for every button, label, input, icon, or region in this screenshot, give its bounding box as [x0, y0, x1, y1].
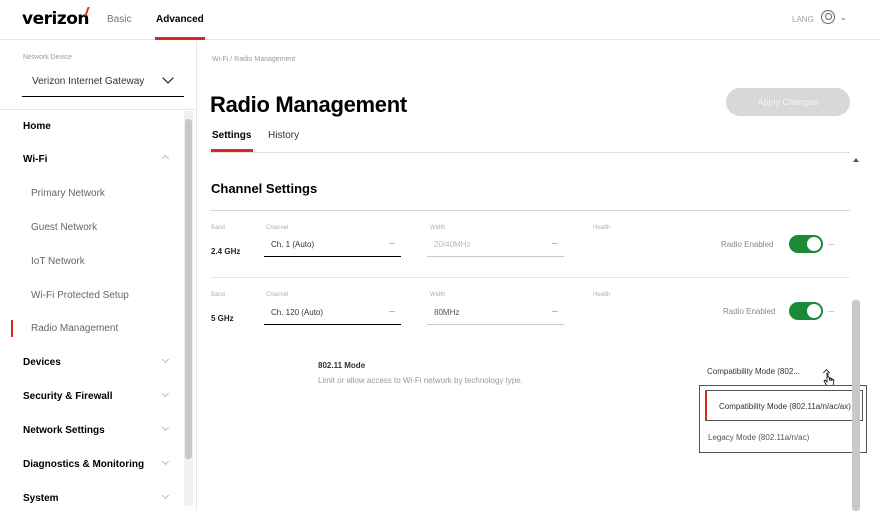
mode-title: 802.11 Mode: [318, 361, 366, 370]
mode-dropdown-list: Compatibility Mode (802.11a/n/ac/ax) Leg…: [699, 385, 867, 453]
band-value: 5 GHz: [211, 314, 234, 323]
chevron-down-icon[interactable]: [161, 389, 170, 398]
device-select-value: Verizon Internet Gateway: [32, 76, 145, 87]
chevron-down-icon[interactable]: [161, 423, 170, 432]
main-scrollbar-thumb[interactable]: [852, 300, 860, 511]
toggle-track-tail: [828, 311, 834, 312]
radio-toggle-5ghz[interactable]: [789, 302, 823, 320]
sidebar-item-security-firewall[interactable]: Security & Firewall: [23, 391, 112, 402]
sidebar-item-wifi[interactable]: Wi-Fi: [23, 154, 47, 165]
mode-option-label: Compatibility Mode (802.11a/n/ac/ax): [719, 402, 851, 411]
nav-active-underline: [155, 37, 205, 40]
mode-select-value: Compatibility Mode (802...: [707, 367, 800, 376]
dropdown-icon: [552, 311, 558, 312]
width-select[interactable]: 20/40MHz: [427, 235, 564, 257]
mode-option-compatibility[interactable]: Compatibility Mode (802.11a/n/ac/ax): [705, 390, 863, 421]
verizon-logo[interactable]: verizon: [22, 9, 90, 29]
sidebar-item-guest-network[interactable]: Guest Network: [31, 222, 97, 233]
chevron-down-icon: [162, 72, 174, 84]
breadcrumb[interactable]: Wi-Fi / Radio Management: [212, 56, 295, 63]
chevron-down-icon[interactable]: ⌄: [840, 13, 847, 22]
dropdown-icon: [389, 311, 395, 312]
language-selector[interactable]: LANG: [792, 15, 814, 24]
channel-label: Channel: [266, 292, 289, 298]
sidebar-item-home[interactable]: Home: [23, 121, 51, 132]
sidebar-item-devices[interactable]: Devices: [23, 357, 61, 368]
mode-description: Limit or allow access to Wi-Fi network b…: [318, 376, 523, 385]
mode-option-legacy[interactable]: Legacy Mode (802.11a/n/ac): [708, 433, 809, 442]
tabs-divider: [210, 152, 850, 153]
sidebar-divider: [0, 109, 197, 110]
account-icon[interactable]: [821, 10, 835, 24]
channel-select[interactable]: Ch. 120 (Auto): [264, 303, 401, 325]
sidebar-item-radio-management[interactable]: Radio Management: [31, 323, 118, 334]
channel-select-value: Ch. 1 (Auto): [271, 240, 315, 249]
width-label: Width: [430, 225, 446, 231]
section-title: Channel Settings: [211, 181, 318, 196]
dropdown-icon: [389, 243, 395, 244]
sidebar-scrollbar-thumb[interactable]: [185, 119, 192, 459]
sidebar-item-diagnostics[interactable]: Diagnostics & Monitoring: [23, 459, 144, 470]
health-label: Health: [593, 292, 611, 298]
radio-enabled-label: Radio Enabled: [721, 240, 774, 249]
radio-toggle-24ghz[interactable]: [789, 235, 823, 253]
sidebar: Network Device Verizon Internet Gateway …: [0, 41, 197, 511]
apply-changes-button[interactable]: Apply Changes: [726, 88, 850, 116]
chevron-up-icon[interactable]: [161, 154, 170, 163]
tab-history[interactable]: History: [268, 130, 299, 141]
sidebar-item-wps[interactable]: Wi-Fi Protected Setup: [31, 290, 129, 301]
tab-settings[interactable]: Settings: [212, 130, 251, 141]
channel-select-value: Ch. 120 (Auto): [271, 308, 324, 317]
device-select[interactable]: Verizon Internet Gateway: [22, 67, 184, 97]
scroll-up-icon[interactable]: [853, 158, 859, 162]
dropdown-icon: [552, 243, 558, 244]
sidebar-item-primary-network[interactable]: Primary Network: [31, 188, 105, 199]
nav-basic-link[interactable]: Basic: [107, 14, 131, 25]
device-select-label: Network Device: [23, 54, 73, 61]
toggle-knob: [807, 237, 821, 251]
mode-select[interactable]: Compatibility Mode (802...: [703, 362, 833, 384]
width-select-value: 20/40MHz: [434, 240, 471, 249]
toggle-track-tail: [828, 244, 834, 245]
chevron-down-icon[interactable]: [161, 355, 170, 364]
width-select[interactable]: 80MHz: [427, 303, 564, 325]
page-title: Radio Management: [210, 92, 407, 117]
sidebar-active-indicator: [11, 320, 13, 337]
toggle-knob: [807, 304, 821, 318]
health-label: Health: [593, 225, 611, 231]
band-label: Band: [211, 292, 226, 298]
band-label: Band: [211, 225, 226, 231]
section-divider: [210, 210, 850, 211]
row-divider: [210, 277, 850, 278]
width-label: Width: [430, 292, 446, 298]
sidebar-item-network-settings[interactable]: Network Settings: [23, 425, 105, 436]
channel-label: Channel: [266, 225, 289, 231]
sidebar-item-iot-network[interactable]: IoT Network: [31, 256, 85, 267]
band-value: 2.4 GHz: [211, 247, 241, 256]
width-select-value: 80MHz: [434, 308, 460, 317]
sidebar-item-system[interactable]: System: [23, 493, 59, 504]
channel-select[interactable]: Ch. 1 (Auto): [264, 235, 401, 257]
chevron-down-icon[interactable]: [161, 457, 170, 466]
radio-enabled-label: Radio Enabled: [723, 307, 776, 316]
nav-advanced-link[interactable]: Advanced: [156, 14, 204, 25]
chevron-down-icon[interactable]: [161, 491, 170, 500]
top-bar: verizon Basic Advanced LANG ⌄: [0, 0, 880, 40]
